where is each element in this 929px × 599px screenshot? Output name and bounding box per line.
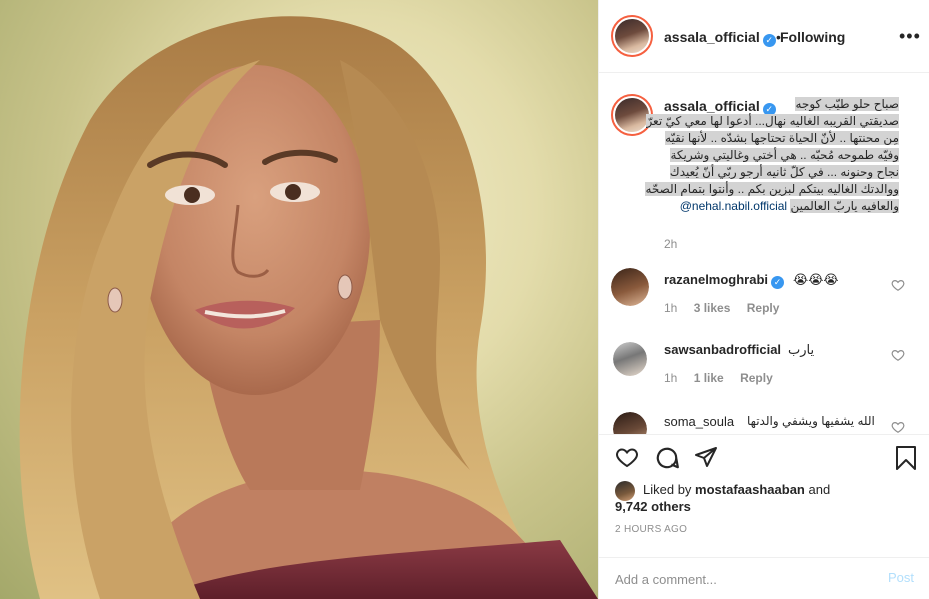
comment-text: 😭😭😭 [793,272,839,287]
comments-list[interactable]: assala_official ✓ صباح حلو طيّب كوجه صديق… [599,74,929,434]
comment-time[interactable]: 1h [664,301,677,315]
commenter-username-text[interactable]: razanelmoghrabi [664,272,768,287]
comment-item: soma_soula الله يشفيها ويشفي والدتها [599,410,929,434]
commenter-username[interactable]: razanelmoghrabi ✓ [664,272,785,289]
liked-by-text: Liked by mostafaashaaban and [643,481,830,499]
commenter-username[interactable]: sawsanbadrofficial [664,342,781,357]
commenter-avatar[interactable] [613,412,647,434]
comment-time[interactable]: 1h [664,371,677,385]
caption-line: وفيّه طموحه مُحبّه .. هي أختي وغاليتي وش… [670,148,899,162]
comment-meta: 1h 1 like Reply [664,371,786,385]
liked-by-user-link[interactable]: mostafaashaaban [695,482,805,497]
more-options-icon[interactable]: ••• [899,26,921,47]
reply-button[interactable]: Reply [747,301,780,315]
commenter-avatar[interactable] [613,342,647,376]
author-username[interactable]: assala_official ✓ [664,29,776,47]
add-comment-bar: Post [599,557,929,599]
commenter-avatar[interactable] [611,268,649,306]
avatar-image [615,19,649,53]
commenter-username[interactable]: soma_soula [664,414,734,429]
caption-line: نجاح وحنونه ... في كلّ ثانيه أرجو ربّي أ… [669,165,899,179]
caption-line: مِن محنتها .. لأنّ الحياة تحتاجها بشدّه … [665,131,899,145]
like-comment-heart-icon[interactable] [891,420,905,434]
post-sidebar: assala_official ✓ • Following ••• assala_… [598,0,929,599]
author-username-text[interactable]: assala_official [664,29,760,45]
caption-line: والعافيه ياربّ العالمين [790,199,899,213]
comment-text: يارب [788,342,815,357]
comment-likes[interactable]: 1 like [694,371,724,385]
post-image[interactable] [0,0,598,599]
caption-text: صباح حلو طيّب كوجه صديقتي القريبه الغالي… [609,96,899,215]
comment-item: razanelmoghrabi ✓ 😭😭😭 1h 3 likes Reply [599,268,929,338]
save-bookmark-icon[interactable] [895,445,917,471]
liked-by-prefix: Liked by [643,482,692,497]
caption-mention-link[interactable]: @nehal.nabil.official [680,199,787,213]
post-photo-portrait [19,16,598,599]
avatar-image [613,412,647,434]
comment-item: sawsanbadrofficial يارب 1h 1 like Reply [599,338,929,408]
liker-avatar[interactable] [615,481,635,501]
author-avatar[interactable] [611,15,653,57]
post-header: assala_official ✓ • Following ••• [599,0,929,73]
like-comment-heart-icon[interactable] [891,278,905,292]
comment-input[interactable] [615,568,865,590]
like-comment-heart-icon[interactable] [891,348,905,362]
reply-button[interactable]: Reply [740,371,773,385]
comment-meta: 1h 3 likes Reply [664,301,792,315]
instagram-post-modal: assala_official ✓ • Following ••• assala_… [0,0,929,599]
following-button[interactable]: Following [780,29,845,45]
comment-text: الله يشفيها ويشفي والدتها [747,414,875,428]
like-heart-icon[interactable] [614,445,640,469]
caption-line: ووالدتك الغاليه بيتكم لبزين بكم .. وأنتو… [645,182,899,196]
caption-time[interactable]: 2h [664,237,677,251]
verified-badge-icon: ✓ [762,34,776,47]
likes-others-link[interactable]: 9,742 others [615,499,691,514]
post-actions: Liked by mostafaashaaban and 9,742 other… [599,434,929,599]
post-timestamp[interactable]: 2 HOURS AGO [615,524,687,535]
share-paper-plane-icon[interactable] [694,445,718,469]
liked-by-and: and [808,482,831,497]
verified-badge-icon: ✓ [771,276,785,289]
avatar-image [611,268,649,306]
caption-line: صباح حلو طيّب كوجه [795,97,899,111]
caption-line: صديقتي القريبه الغاليه نهال... أدعوا لها… [646,114,899,128]
avatar-image [613,342,647,376]
post-comment-button[interactable]: Post [888,570,914,585]
comment-bubble-icon[interactable] [654,445,680,471]
comment-likes[interactable]: 3 likes [694,301,731,315]
